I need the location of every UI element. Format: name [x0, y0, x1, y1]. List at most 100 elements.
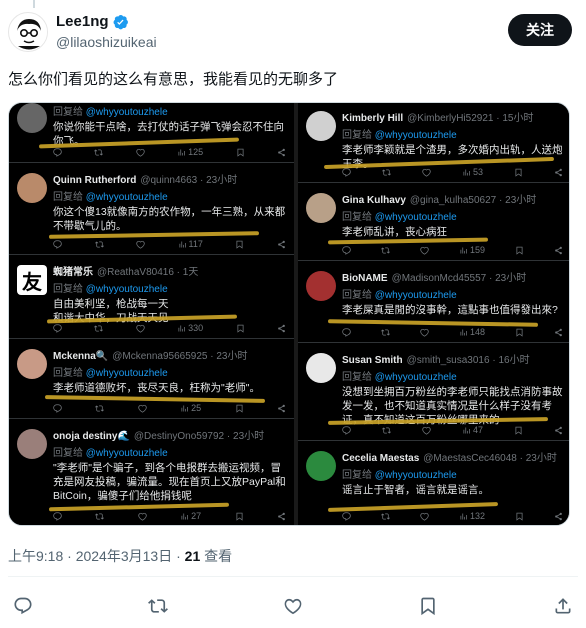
reply-header: Susan Smith @smith_susa3016 · 16小时: [342, 351, 565, 366]
reply-text: 谣言止于智者，谣言就是谣言。: [342, 484, 489, 496]
bookmark-icon: [515, 328, 524, 337]
reply-actions: 330: [53, 322, 286, 334]
reply-author-handle: @KimberlyHi52921: [407, 113, 494, 124]
avatar: [306, 111, 336, 141]
bookmark-icon: [515, 246, 524, 255]
views-label: 查看: [204, 548, 233, 564]
retweet-icon: [95, 404, 105, 413]
reply-author-name: BioNAME: [342, 273, 388, 284]
views-count: 21: [184, 548, 201, 564]
reply-header: Gina Kulhavy @gina_kulha50627 · 23小时: [342, 191, 565, 206]
like-icon: [420, 328, 429, 337]
share-icon: [554, 512, 563, 521]
like-icon: [420, 512, 429, 521]
bookmark-icon[interactable]: [417, 595, 439, 617]
reply-views: 159: [469, 245, 485, 255]
reply-to-label: 回复给: [342, 290, 372, 301]
meta-separator: ·: [67, 548, 76, 564]
bookmark-icon: [514, 168, 523, 177]
avatar[interactable]: [8, 12, 48, 52]
reply-text: 李老屎真是閒的沒事幹，這點事也值得發出來?: [342, 304, 558, 316]
author-name[interactable]: Lee1ng: [56, 13, 109, 30]
reply-to-mention: @whyyoutouzhele: [85, 192, 168, 203]
retweet-icon: [95, 512, 105, 521]
reply-text: "李老师"是个骗子，到各个电报群去搬运视频，冒充是网友投稿，骗流量。现在首页上又…: [53, 462, 286, 502]
reply-time: · 16小时: [492, 355, 530, 366]
reply-icon: [53, 147, 62, 157]
reply-icon: [342, 245, 351, 255]
views-icon: 132: [459, 511, 485, 521]
reply-to-label: 回复给: [53, 192, 83, 203]
reply-actions: 27: [53, 510, 286, 522]
reply-icon: [53, 323, 62, 333]
avatar: [17, 103, 47, 133]
like-icon[interactable]: [282, 595, 304, 617]
reply-actions: 25: [53, 402, 286, 414]
retweet-icon[interactable]: [147, 595, 169, 617]
follow-button[interactable]: 关注: [508, 14, 572, 46]
avatar: [17, 429, 47, 459]
share-icon[interactable]: [552, 595, 574, 617]
reply-time: · 23小时: [226, 431, 265, 442]
reply-item: Kimberly Hill @KimberlyHi52921 · 15小时 回复给 …: [298, 103, 569, 183]
views-icon: 47: [462, 425, 483, 435]
reply-views: 132: [469, 511, 485, 521]
like-icon: [422, 168, 431, 177]
reply-views: 47: [472, 425, 483, 435]
screenshot-left: 回复给 @whyyoutouzhele 你说你能干点啥，去打仗的话子弹飞弹会忍不住…: [9, 103, 294, 525]
reply-author-name: Susan Smith: [342, 355, 403, 366]
bookmark-icon: [515, 512, 524, 521]
reply-author-handle: @gina_kulha50627: [409, 195, 497, 206]
reply-author-name: Kimberly Hill: [342, 113, 404, 124]
tweet-actions: [8, 590, 578, 622]
reply-author-handle: @MadisonMcd45557: [391, 273, 487, 284]
reply-time: · 23小时: [210, 351, 248, 362]
avatar: [17, 173, 47, 203]
retweet-icon: [381, 246, 390, 255]
reply-icon: [53, 403, 62, 413]
reply-to-mention: @whyyoutouzhele: [374, 470, 457, 481]
reply-author-handle: @DestinyOno59792: [133, 431, 225, 442]
reply-to-mention: @whyyoutouzhele: [85, 107, 168, 118]
share-icon: [277, 512, 286, 521]
reply-item: 回复给 @whyyoutouzhele 你说你能干点啥，去打仗的话子弹飞弹会忍不住…: [9, 103, 294, 163]
reply-actions: 125: [53, 146, 286, 158]
reply-to-line: 回复给 @whyyoutouzhele: [53, 280, 288, 295]
reply-actions: 47: [342, 424, 563, 436]
like-icon: [138, 512, 147, 521]
reply-to-mention: @whyyoutouzhele: [85, 368, 168, 379]
reply-icon[interactable]: [12, 595, 34, 617]
reply-author-name: Cecelia Maestas: [342, 453, 420, 464]
reply-actions: 117: [53, 238, 286, 250]
reply-author-name: Quinn Rutherford: [53, 175, 137, 186]
reply-item: Mckenna🔍 @Mckenna95665925 · 23小时 回复给 @whyy…: [9, 341, 294, 419]
share-icon: [277, 404, 286, 413]
reply-actions: 132: [342, 510, 563, 522]
tweet-time[interactable]: 上午9:18: [8, 548, 63, 564]
reply-views: 27: [191, 511, 202, 521]
views-icon: 27: [180, 511, 201, 521]
reply-author-name: Gina Kulhavy: [342, 195, 406, 206]
reply-to-line: 回复给 @whyyoutouzhele: [342, 208, 565, 223]
reply-views: 53: [472, 167, 483, 177]
reply-author-handle: @ReathaV80416: [97, 267, 174, 278]
views-icon: 53: [462, 167, 483, 177]
author-handle[interactable]: @lilaoshizuikeai: [56, 34, 157, 50]
reply-author-handle: @smith_susa3016: [406, 355, 490, 366]
divider: [8, 576, 578, 577]
reply-to-label: 回复给: [53, 368, 83, 379]
reply-to-line: 回复给 @whyyoutouzhele: [53, 364, 288, 379]
reply-views: 25: [191, 403, 202, 413]
reply-to-label: 回复给: [53, 284, 83, 295]
share-icon: [277, 148, 286, 157]
reply-item: 友蜘猪常乐 @ReathaV80416 · 1天 回复给 @whyyoutouzhe…: [9, 257, 294, 339]
tweet-date[interactable]: 2024年3月13日: [76, 548, 173, 564]
tweet-image[interactable]: 回复给 @whyyoutouzhele 你说你能干点啥，去打仗的话子弹飞弹会忍不住…: [8, 102, 570, 526]
retweet-icon: [94, 240, 104, 249]
reply-actions: 148: [342, 326, 563, 338]
reply-item: Gina Kulhavy @gina_kulha50627 · 23小时 回复给 @…: [298, 185, 569, 261]
meta-separator: ·: [176, 548, 185, 564]
reply-actions: 159: [342, 244, 563, 256]
reply-text: 你这个傻13就像南方的农作物，一年三熟，从来都不带歇气儿的。: [53, 206, 286, 232]
reply-time: · 23小时: [489, 273, 527, 284]
